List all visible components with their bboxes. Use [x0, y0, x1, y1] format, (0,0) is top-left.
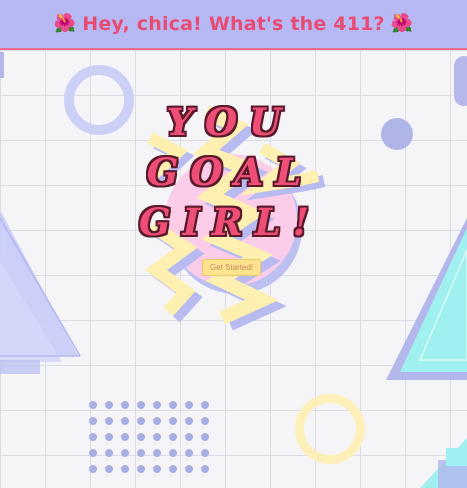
yellow-ring-decoration [295, 394, 365, 464]
headline-line-3: GIRL! [139, 200, 321, 244]
teal-corner-decoration [420, 438, 467, 488]
dot-grid-decoration [89, 401, 209, 473]
page-background: 🌺 Hey, chica! What's the 411? 🌺 YOU GOAL… [0, 0, 467, 488]
headline-line-1: YOU [166, 100, 294, 144]
hibiscus-icon: 🌺 [53, 13, 77, 34]
right-triangle-decoration [386, 218, 467, 380]
header-bar: 🌺 Hey, chica! What's the 411? 🌺 [0, 0, 467, 50]
header-title: Hey, chica! What's the 411? [82, 13, 385, 35]
blue-dot-decoration [381, 118, 413, 150]
headline-line-2: GOAL [146, 150, 314, 194]
header-title-group: 🌺 Hey, chica! What's the 411? 🌺 [54, 13, 414, 35]
hibiscus-icon: 🌺 [390, 13, 414, 34]
hero-headline: YOU GOAL GIRL! [110, 97, 350, 247]
left-triangle-decoration [0, 210, 78, 356]
get-started-button[interactable]: Get Started! [202, 259, 261, 276]
blue-pill-decoration [454, 56, 467, 106]
